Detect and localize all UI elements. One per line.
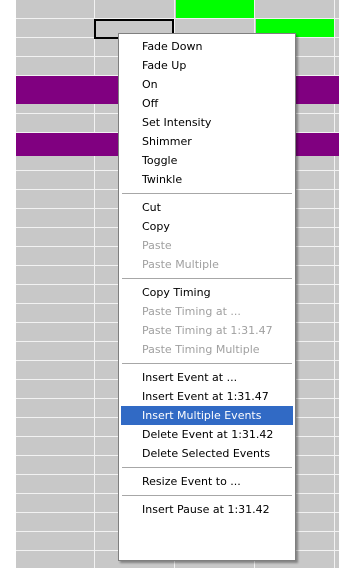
menu-item-paste-timing-multiple: Paste Timing Multiple (142, 343, 260, 356)
menu-item-paste-multiple: Paste Multiple (142, 258, 219, 271)
context-menu: Fade Down Fade Up On Off Set Intensity Shimme… (118, 33, 296, 561)
menu-item-insert-multiple-events[interactable]: Insert Multiple Events (121, 406, 293, 425)
menu-item-copy[interactable]: Copy (121, 217, 293, 236)
event-cell-green[interactable] (176, 0, 254, 18)
menu-item-delete-event-at-1-31-42[interactable]: Delete Event at 1:31.42 (121, 425, 293, 444)
menu-item-fade-up[interactable]: Fade Up (121, 56, 293, 75)
menu-item-insert-pause-at-1-31-42[interactable]: Insert Pause at 1:31.42 (121, 500, 293, 519)
menu-separator (121, 274, 293, 283)
menu-item-toggle[interactable]: Toggle (121, 151, 293, 170)
menu-item-insert-event-at[interactable]: Insert Event at ... (121, 368, 293, 387)
menu-item-fade-down[interactable]: Fade Down (121, 37, 293, 56)
menu-item-insert-event-at-1-31-47[interactable]: Insert Event at 1:31.47 (121, 387, 293, 406)
menu-item-cut[interactable]: Cut (121, 198, 293, 217)
menu-separator (121, 491, 293, 500)
menu-item-off[interactable]: Off (121, 94, 293, 113)
menu-item-twinkle[interactable]: Twinkle (121, 170, 293, 189)
menu-item-delete-selected-events[interactable]: Delete Selected Events (121, 444, 293, 463)
menu-item-paste: Paste (142, 239, 172, 252)
menu-item-paste-timing-at-1-31-47: Paste Timing at 1:31.47 (142, 324, 273, 337)
menu-item-on[interactable]: On (121, 75, 293, 94)
menu-item-paste-timing-at: Paste Timing at ... (142, 305, 241, 318)
menu-item-shimmer[interactable]: Shimmer (121, 132, 293, 151)
menu-separator (121, 463, 293, 472)
menu-separator (121, 189, 293, 198)
menu-separator (121, 359, 293, 368)
menu-item-set-intensity[interactable]: Set Intensity (121, 113, 293, 132)
menu-item-copy-timing[interactable]: Copy Timing (121, 283, 293, 302)
menu-item-resize-event-to[interactable]: Resize Event to ... (121, 472, 293, 491)
